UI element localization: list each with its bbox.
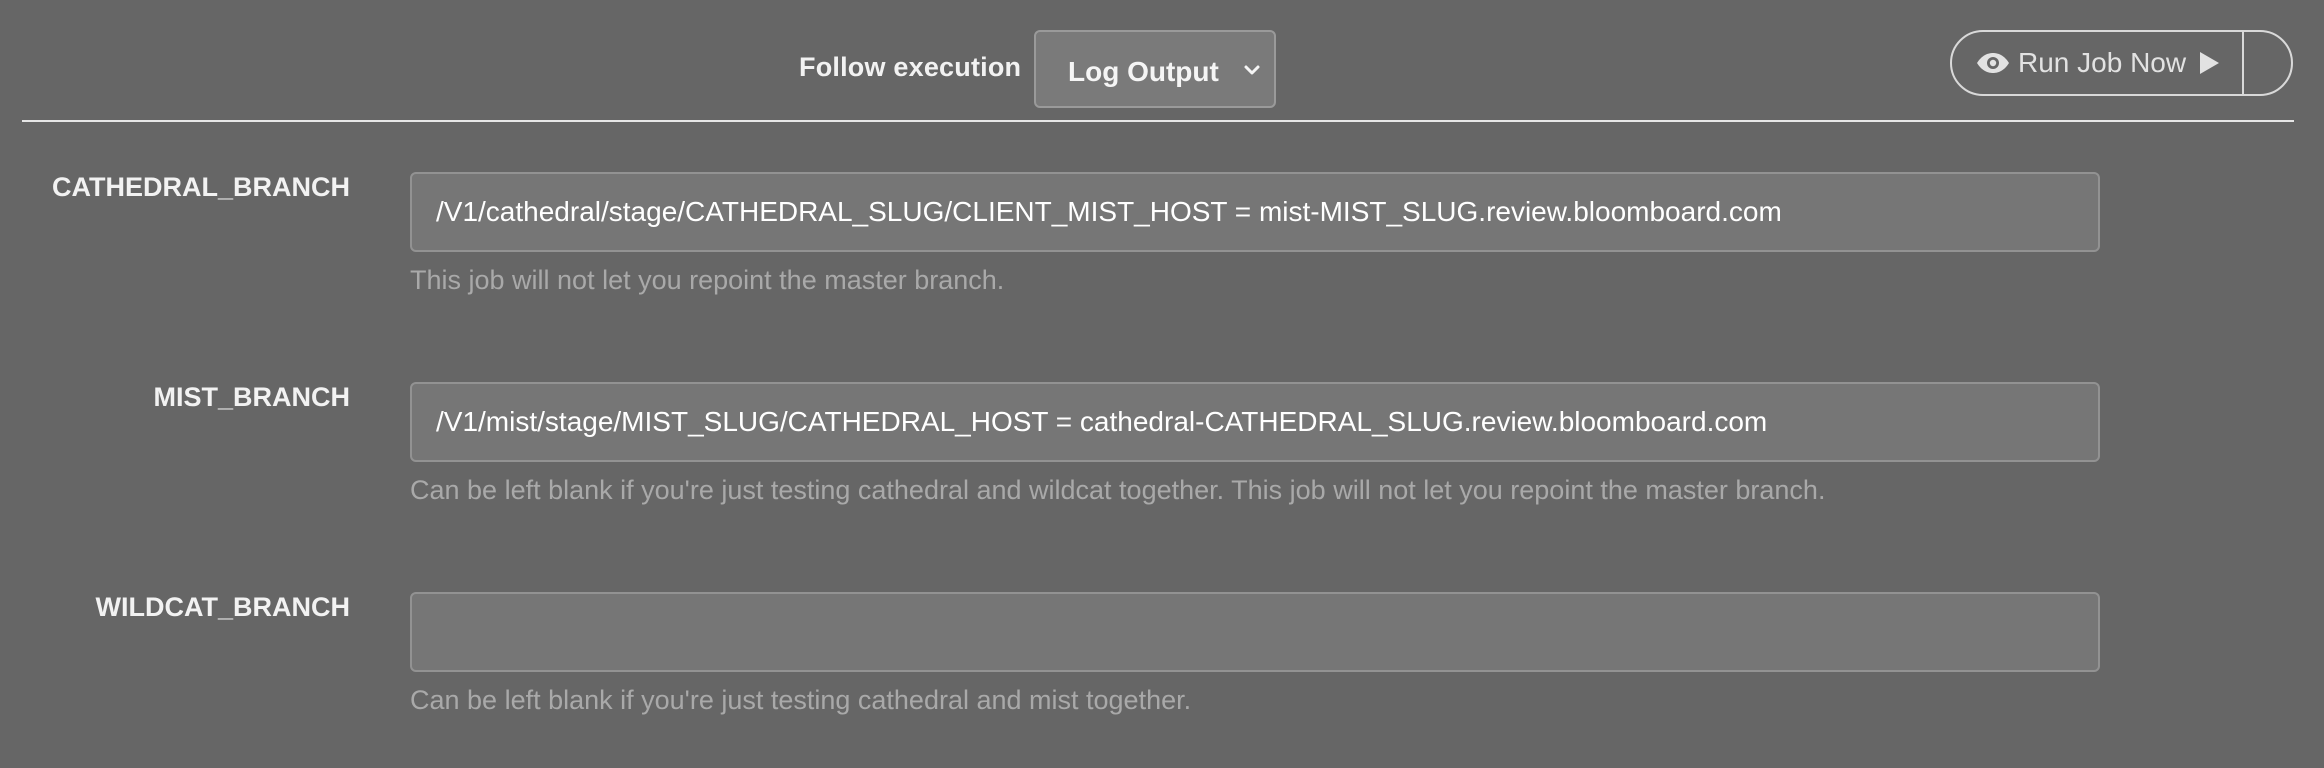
job-header: Follow execution Log Output Run Job Now bbox=[0, 0, 2324, 122]
mist-branch-input[interactable] bbox=[410, 382, 2100, 462]
header-divider bbox=[22, 120, 2294, 122]
run-job-button-group: Run Job Now bbox=[1950, 30, 2293, 96]
option-help-cathedral-branch: This job will not let you repoint the ma… bbox=[410, 265, 1005, 295]
option-row-cathedral-branch: CATHEDRAL_BRANCH This job will not let y… bbox=[0, 172, 2324, 322]
play-icon bbox=[2200, 52, 2220, 74]
cathedral-branch-input[interactable] bbox=[410, 172, 2100, 252]
option-label-mist-branch: MIST_BRANCH bbox=[153, 382, 350, 412]
run-options-dropdown-toggle[interactable] bbox=[2244, 32, 2291, 94]
follow-execution-select[interactable]: Log Output bbox=[1034, 30, 1276, 108]
option-help-wildcat-branch: Can be left blank if you're just testing… bbox=[410, 685, 1192, 715]
option-label-wildcat-branch: WILDCAT_BRANCH bbox=[95, 592, 350, 622]
option-row-wildcat-branch: WILDCAT_BRANCH Can be left blank if you'… bbox=[0, 592, 2324, 742]
follow-execution-label: Follow execution bbox=[799, 52, 1022, 82]
run-job-now-button[interactable]: Run Job Now bbox=[1952, 32, 2244, 94]
option-help-mist-branch: Can be left blank if you're just testing… bbox=[410, 475, 1826, 505]
run-job-now-label: Run Job Now bbox=[2018, 47, 2187, 78]
wildcat-branch-input[interactable] bbox=[410, 592, 2100, 672]
option-row-mist-branch: MIST_BRANCH Can be left blank if you're … bbox=[0, 382, 2324, 532]
chevron-down-icon bbox=[1244, 65, 1260, 75]
option-label-cathedral-branch: CATHEDRAL_BRANCH bbox=[52, 172, 350, 202]
follow-execution-selected-value: Log Output bbox=[1068, 56, 1219, 87]
eye-icon bbox=[1977, 53, 2009, 73]
